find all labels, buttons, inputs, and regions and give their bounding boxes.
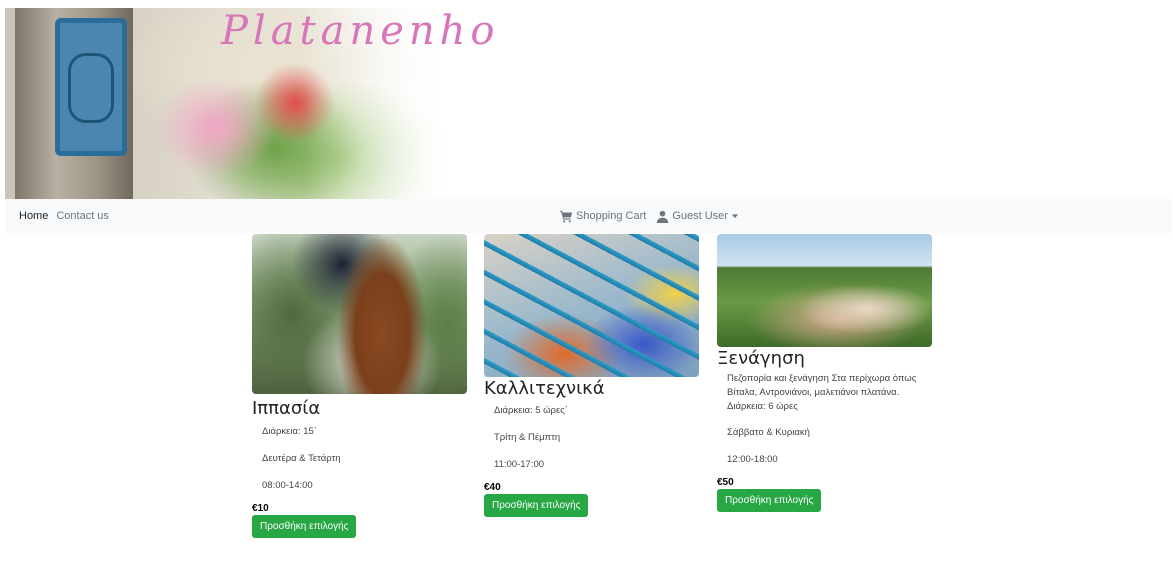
card-image-village	[717, 234, 932, 347]
card-duration: Διάρκεια: 15΄	[262, 426, 317, 437]
user-menu-dropdown[interactable]: Guest User	[656, 210, 739, 223]
card-duration: Διάρκεια: 5 ώρες΄	[494, 405, 568, 416]
navbar: Home Contact us Shopping Cart Guest User	[5, 199, 1172, 233]
banner-sign	[55, 18, 127, 156]
card-title: Ξενάγηση	[717, 348, 805, 369]
user-label: Guest User	[672, 210, 728, 222]
banner-sign-emblem	[68, 53, 114, 123]
card-days: Δευτέρα & Τετάρτη	[262, 453, 341, 464]
card-price: €50	[717, 477, 734, 488]
caret-down-icon	[731, 214, 739, 218]
card-body: Διάρκεια: 15΄ Δευτέρα & Τετάρτη 08:00-14…	[252, 425, 467, 493]
add-option-button[interactable]: Προσθήκη επιλογής	[717, 489, 822, 512]
card-days: Τρίτη & Πέμπτη	[494, 432, 561, 443]
brand-title: Platanenhof	[221, 8, 495, 54]
nav-link-home[interactable]: Home	[19, 210, 48, 222]
card-hours: 11:00-17:00	[494, 459, 545, 470]
shopping-cart-link[interactable]: Shopping Cart	[560, 210, 646, 223]
nav-link-contact[interactable]: Contact us	[56, 210, 109, 222]
card-arts: Καλλιτεχνικά Διάρκεια: 5 ώρες΄ Τρίτη & Π…	[484, 234, 699, 517]
card-description: Πεζοπορία και ξενάγηση Στα περίχωρα όπως…	[727, 373, 917, 412]
card-price: €40	[484, 482, 501, 493]
shopping-cart-label: Shopping Cart	[576, 210, 647, 222]
card-hours: 08:00-14:00	[262, 480, 313, 491]
shopping-cart-icon	[560, 210, 573, 222]
card-image-horse	[252, 234, 467, 394]
card-hours: 12:00-18:00	[727, 454, 778, 465]
user-icon	[657, 210, 669, 223]
card-body: Πεζοπορία και ξενάγηση Στα περίχωρα όπως…	[717, 372, 932, 467]
add-option-button[interactable]: Προσθήκη επιλογής	[484, 494, 589, 517]
card-days: Σάββατο & Κυριακή	[727, 427, 810, 438]
header-banner: Platanenhof	[5, 8, 495, 199]
card-title: Καλλιτεχνικά	[484, 378, 605, 399]
card-horse-riding: Ιππασία Διάρκεια: 15΄ Δευτέρα & Τετάρτη …	[252, 234, 467, 538]
card-title: Ιππασία	[252, 398, 321, 419]
card-image-paintbrushes	[484, 234, 699, 377]
add-option-button[interactable]: Προσθήκη επιλογής	[252, 515, 357, 538]
card-body: Διάρκεια: 5 ώρες΄ Τρίτη & Πέμπτη 11:00-1…	[484, 404, 699, 472]
card-price: €10	[252, 503, 269, 514]
navbar-right: Shopping Cart Guest User	[560, 199, 739, 233]
card-guided-tour: Ξενάγηση Πεζοπορία και ξενάγηση Στα περί…	[717, 234, 932, 512]
